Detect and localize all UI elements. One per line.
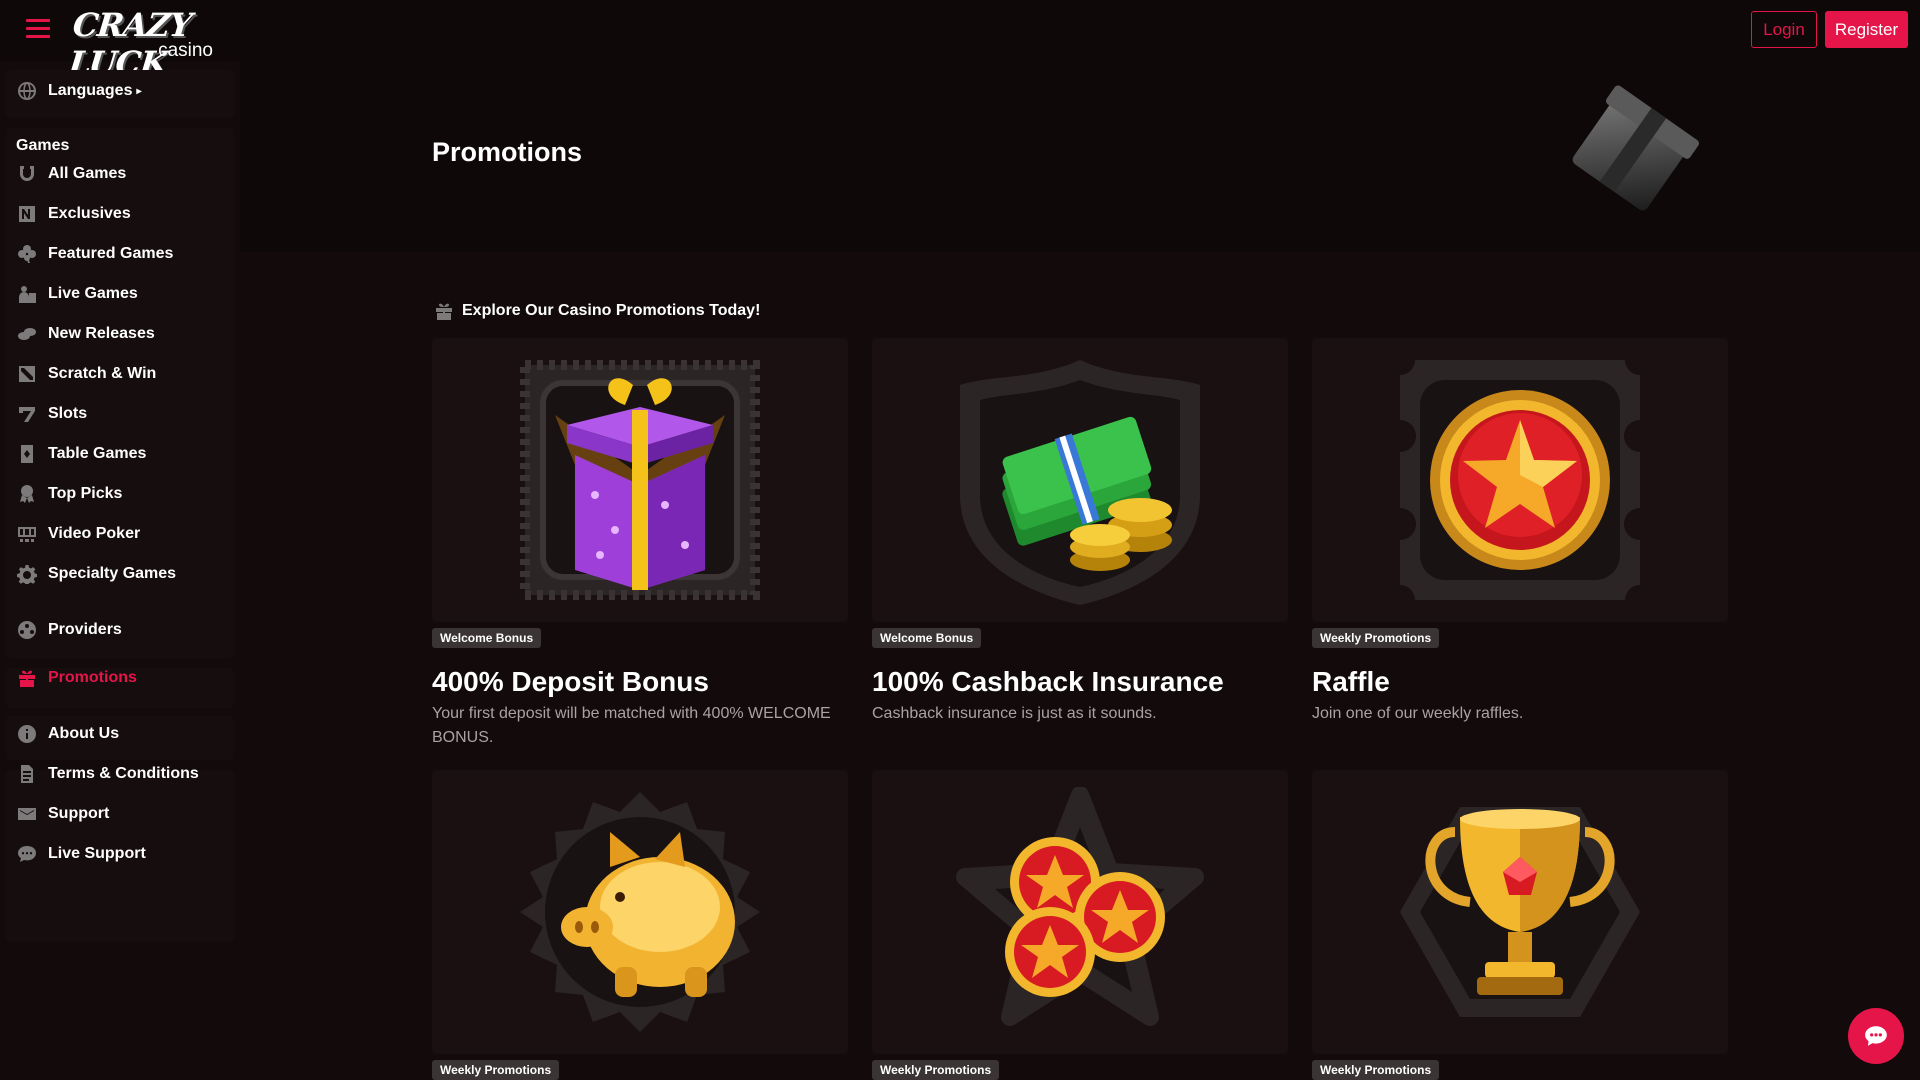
clover-icon xyxy=(16,243,38,265)
sidebar-item-label: Live Support xyxy=(48,845,146,862)
promo-category-badge: Welcome Bonus xyxy=(432,628,542,648)
live-dealer-icon xyxy=(16,283,38,305)
exclusive-icon xyxy=(16,203,38,225)
section-title: Explore Our Casino Promotions Today! xyxy=(434,299,760,323)
sidebar-item-exclusives[interactable]: Exclusives xyxy=(16,202,131,226)
sidebar-item-label: All Games xyxy=(48,165,127,182)
sidebar-item-label: Terms & Conditions xyxy=(48,765,199,782)
sidebar-games-heading: Games xyxy=(16,137,70,154)
promo-category-badge: Weekly Promotions xyxy=(1312,628,1440,648)
promo-card-cashback-insurance[interactable]: Welcome Bonus 100% Cashback Insurance Ca… xyxy=(872,338,1288,738)
sidebar-item-label: New Releases xyxy=(48,325,155,342)
sidebar-item-live-games[interactable]: Live Games xyxy=(16,282,138,306)
scratch-card-icon xyxy=(16,363,38,385)
sidebar-item-live-support[interactable]: Live Support xyxy=(16,842,146,866)
site-logo[interactable]: CRAZY LUCK casino xyxy=(67,6,221,82)
promo-card-image[interactable] xyxy=(1312,770,1728,1054)
promo-card-title[interactable]: 100% Cashback Insurance xyxy=(872,666,1224,698)
sidebar-item-label: Scratch & Win xyxy=(48,365,157,382)
live-chat-button[interactable] xyxy=(1848,1008,1904,1064)
promo-card-raffle[interactable]: Weekly Promotions Raffle Join one of our… xyxy=(1312,338,1728,738)
mail-icon xyxy=(16,803,38,825)
page-title: Promotions xyxy=(432,137,583,167)
gift-decoration-icon xyxy=(1572,85,1700,211)
sidebar-item-video-poker[interactable]: Video Poker xyxy=(16,522,140,546)
providers-icon xyxy=(16,619,38,641)
register-button[interactable]: Register xyxy=(1825,11,1908,48)
seven-icon xyxy=(16,403,38,425)
sidebar-item-label: Providers xyxy=(48,621,122,638)
sidebar-item-label: Live Games xyxy=(48,285,138,302)
hamburger-menu-icon[interactable] xyxy=(26,19,50,39)
info-icon xyxy=(16,723,38,745)
sidebar-item-languages[interactable]: Languages ▸ xyxy=(16,79,142,103)
promo-card-image[interactable] xyxy=(432,338,848,622)
sidebar-item-support[interactable]: Support xyxy=(16,802,109,826)
star-coins-icon xyxy=(956,787,1204,1026)
promo-card-title[interactable]: Raffle xyxy=(1312,666,1390,698)
sidebar-item-label: About Us xyxy=(48,725,120,742)
star-medal-icon xyxy=(1400,360,1640,600)
sidebar-item-slots[interactable]: Slots xyxy=(16,402,87,426)
promo-card-title[interactable]: 400% Deposit Bonus xyxy=(432,666,709,698)
sidebar-item-new-releases[interactable]: New Releases xyxy=(16,322,155,346)
promo-card-description: Cashback insurance is just as it sounds. xyxy=(872,705,1157,722)
top-header: CRAZY LUCK casino Login Register xyxy=(0,0,1920,82)
logo-sub-text: casino xyxy=(158,40,213,61)
promo-card-star-coins[interactable]: Weekly Promotions xyxy=(872,770,1288,1080)
sidebar-item-featured-games[interactable]: Featured Games xyxy=(16,242,173,266)
sidebar-item-label: Specialty Games xyxy=(48,565,177,582)
promo-category-badge: Weekly Promotions xyxy=(432,1060,560,1080)
sidebar-item-promotions[interactable]: Promotions xyxy=(16,666,137,690)
promo-category-badge: Welcome Bonus xyxy=(872,628,982,648)
section-title-text: Explore Our Casino Promotions Today! xyxy=(462,302,761,319)
sidebar-item-label: Top Picks xyxy=(48,485,123,502)
document-icon xyxy=(16,763,38,785)
sidebar-item-label: Slots xyxy=(48,405,88,422)
promo-card-deposit-bonus[interactable]: Welcome Bonus 400% Deposit Bonus Your fi… xyxy=(432,338,848,746)
chips-icon xyxy=(16,323,38,345)
promo-card-image[interactable] xyxy=(1312,338,1728,622)
card-icon xyxy=(16,443,38,465)
sidebar-item-label: Table Games xyxy=(48,445,147,462)
promo-card-image[interactable] xyxy=(872,770,1288,1054)
chat-bubble-icon xyxy=(16,843,38,865)
promo-card-image[interactable] xyxy=(432,770,848,1054)
promo-card-description: Your first deposit will be matched with … xyxy=(432,705,831,746)
promo-category-badge: Weekly Promotions xyxy=(1312,1060,1440,1080)
promo-card-trophy[interactable]: Weekly Promotions xyxy=(1312,770,1728,1080)
promo-card-piggy-bank[interactable]: Weekly Promotions xyxy=(432,770,848,1080)
globe-icon xyxy=(16,80,38,102)
sidebar-item-label: Support xyxy=(48,805,110,822)
gift-icon xyxy=(16,667,38,689)
sidebar-item-label: Featured Games xyxy=(48,245,174,262)
gear-icon xyxy=(16,563,38,585)
sidebar-item-top-picks[interactable]: Top Picks xyxy=(16,482,122,506)
gift-icon xyxy=(436,303,452,320)
caret-right-icon: ▸ xyxy=(136,85,142,97)
cash-coins-icon xyxy=(960,360,1200,605)
trophy-icon xyxy=(1400,807,1640,1017)
promo-card-image[interactable] xyxy=(872,338,1288,622)
sidebar-item-all-games[interactable]: All Games xyxy=(16,162,126,186)
sidebar-item-terms-conditions[interactable]: Terms & Conditions xyxy=(16,762,199,786)
award-icon xyxy=(16,483,38,505)
sidebar-item-table-games[interactable]: Table Games xyxy=(16,442,146,466)
sidebar-item-specialty-games[interactable]: Specialty Games xyxy=(16,562,176,586)
sidebar-item-label: Video Poker xyxy=(48,525,141,542)
sidebar-item-scratch-win[interactable]: Scratch & Win xyxy=(16,362,156,386)
sidebar-item-label: Promotions xyxy=(48,669,137,686)
sidebar-item-about-us[interactable]: About Us xyxy=(16,722,119,746)
chat-bubble-icon xyxy=(1865,1026,1887,1046)
login-button[interactable]: Login xyxy=(1751,11,1817,48)
gift-box-icon xyxy=(520,360,760,600)
promo-card-description: Join one of our weekly raffles. xyxy=(1312,705,1524,722)
sidebar-item-label: Exclusives xyxy=(48,205,131,222)
video-poker-icon xyxy=(16,523,38,545)
piggy-bank-icon xyxy=(520,792,760,1032)
sidebar-item-providers[interactable]: Providers xyxy=(16,618,122,642)
promo-category-badge: Weekly Promotions xyxy=(872,1060,1000,1080)
sidebar-item-label: Languages xyxy=(48,82,133,99)
horseshoe-icon xyxy=(16,163,38,185)
